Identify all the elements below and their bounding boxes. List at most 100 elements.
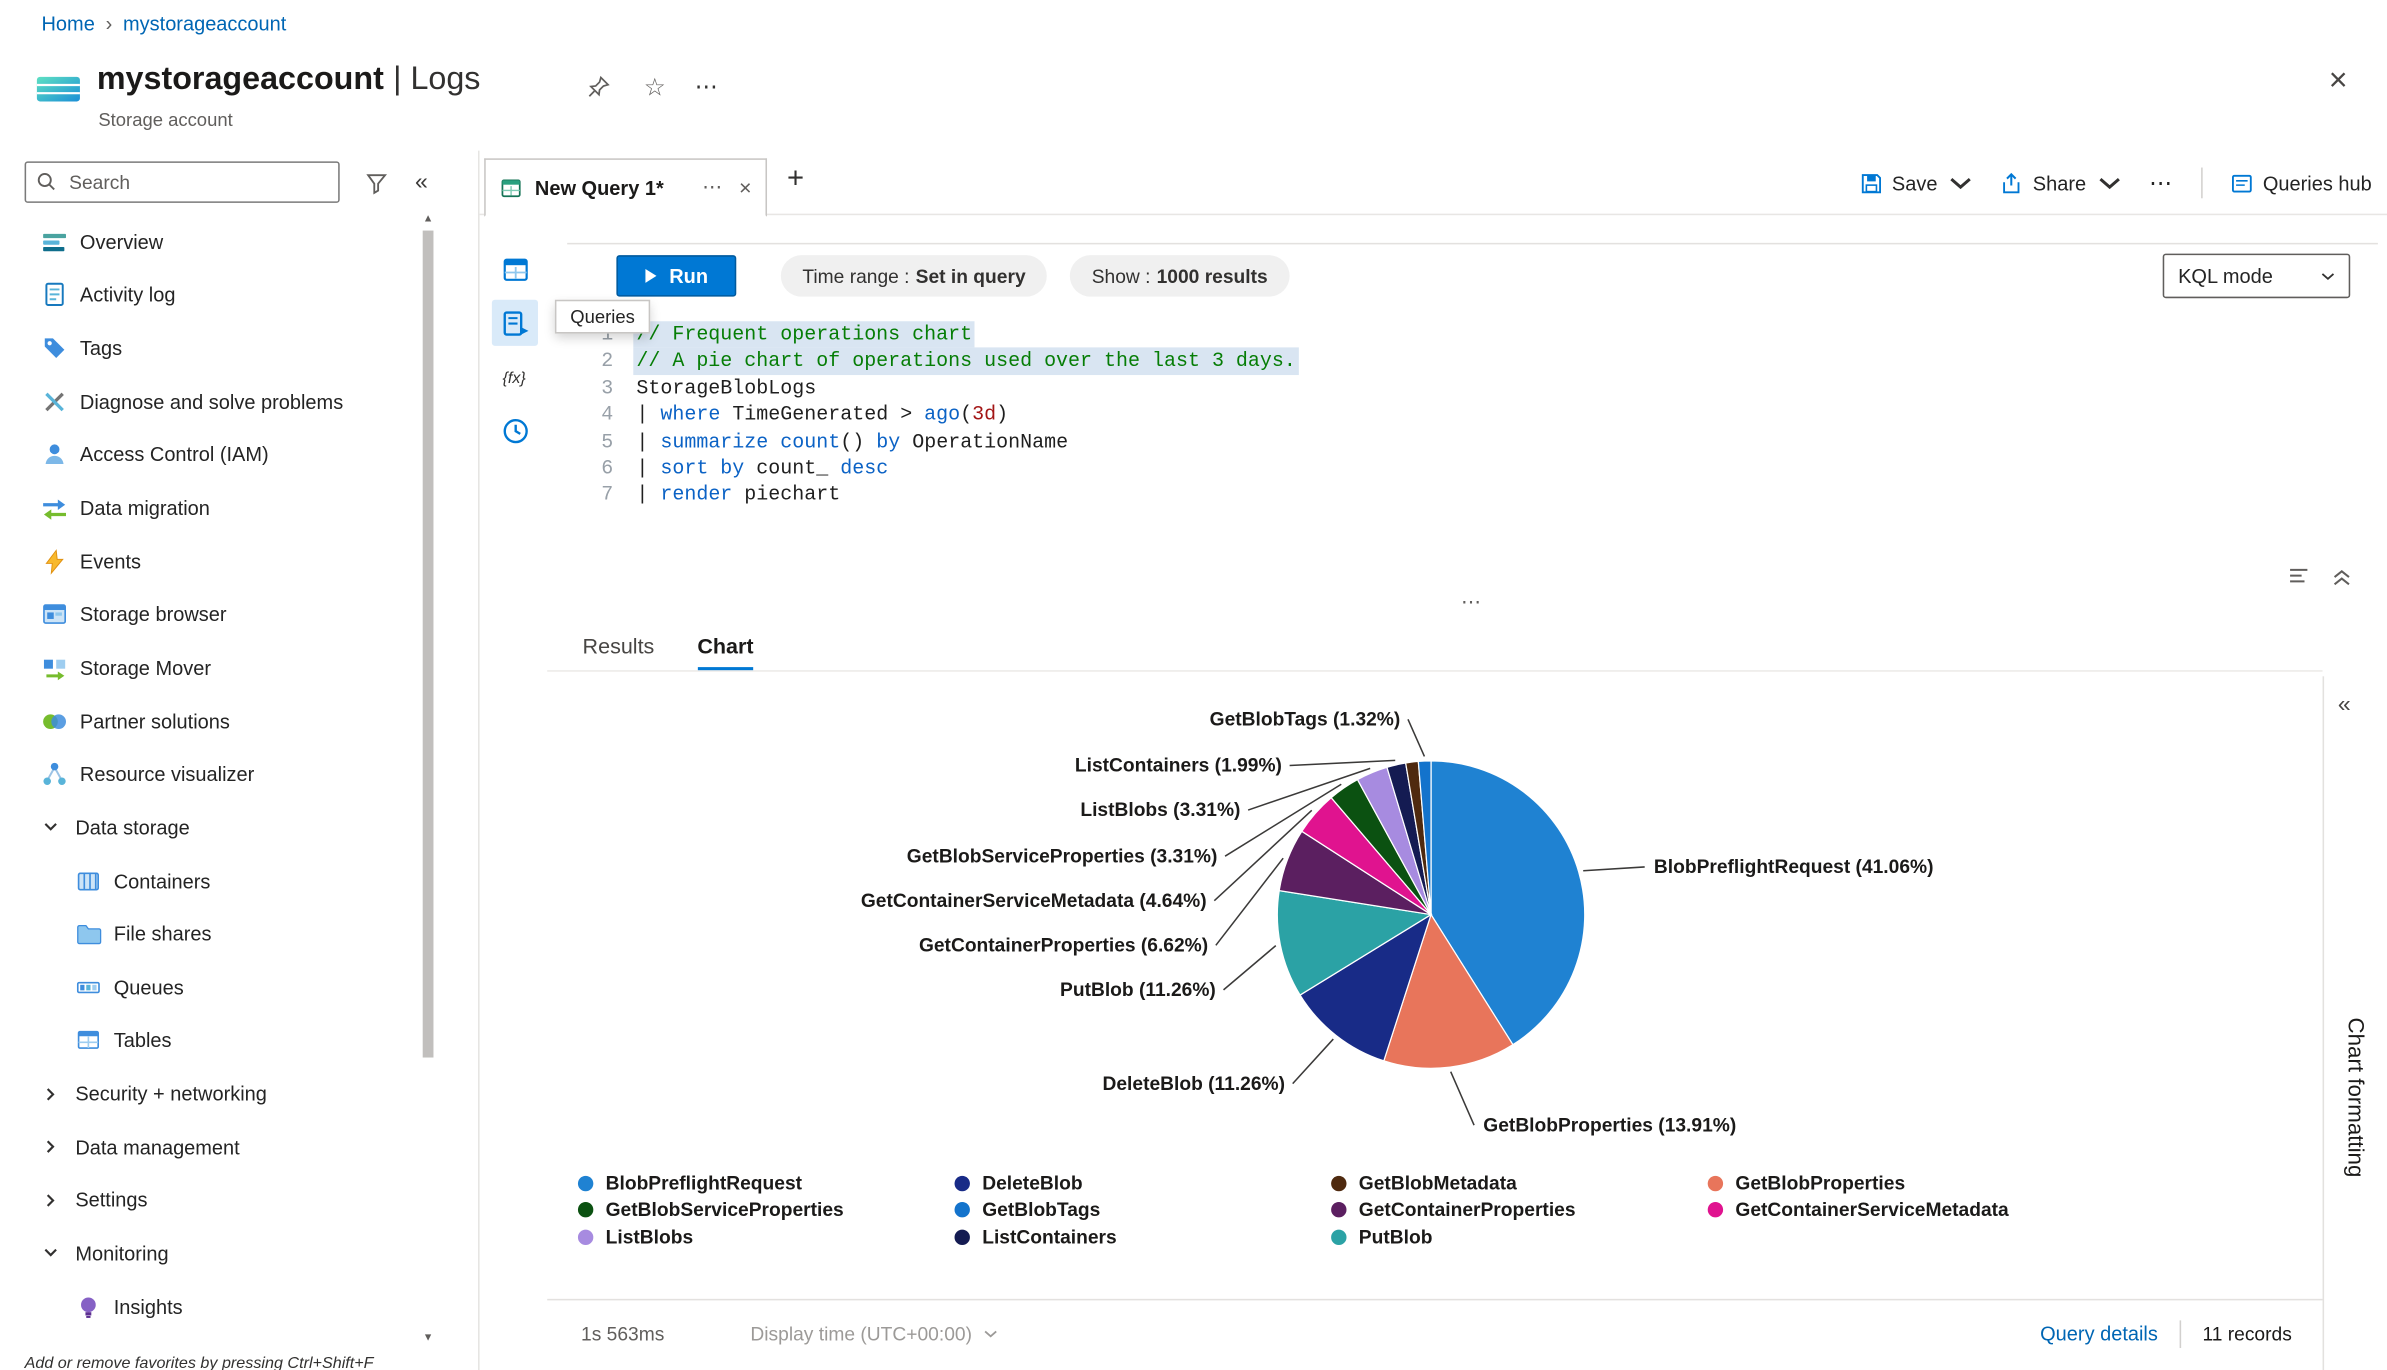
sidebar-item-resource-visualizer[interactable]: Resource visualizer: [0, 748, 418, 801]
svg-text:{fx}: {fx}: [502, 368, 526, 386]
code-token: |: [636, 403, 660, 426]
close-icon: ×: [2329, 63, 2348, 98]
code-token: 3d: [972, 403, 996, 426]
play-icon: [645, 267, 659, 284]
scrollbar-thumb[interactable]: [423, 231, 434, 1058]
tables-pane-button[interactable]: [492, 246, 538, 292]
query-history-button[interactable]: [492, 407, 538, 453]
filter-button[interactable]: [364, 170, 389, 195]
display-time-dropdown[interactable]: Display time (UTC+00:00): [750, 1323, 998, 1345]
pin-button[interactable]: [581, 71, 615, 102]
queries-pane-button[interactable]: [492, 300, 538, 346]
format-query-icon[interactable]: [2287, 564, 2310, 587]
tab-chart[interactable]: Chart: [697, 624, 753, 670]
sidebar-item-storage-mover[interactable]: Storage Mover: [0, 641, 418, 694]
time-range-picker[interactable]: Time range :Set in query: [781, 255, 1047, 297]
functions-icon: {fx}: [500, 362, 529, 391]
pie-label-leader-line: [1408, 719, 1424, 756]
code-token: // A pie chart of operations used over t…: [636, 350, 1296, 373]
sidebar-item-tags[interactable]: Tags: [0, 322, 418, 375]
sidebar-group-data-storage[interactable]: Data storage: [0, 801, 418, 854]
sidebar-search-input[interactable]: [25, 161, 340, 203]
sidebar-item-diagnose-and-solve-problems[interactable]: Diagnose and solve problems: [0, 375, 418, 428]
sidebar-item-queues[interactable]: Queues: [0, 961, 418, 1014]
query-details-link[interactable]: Query details: [2040, 1322, 2158, 1345]
code-token: [768, 430, 780, 453]
favorites-hint: Add or remove favorites by pressing Ctrl…: [25, 1354, 374, 1370]
sidebar-group-settings[interactable]: Settings: [0, 1174, 418, 1227]
query-table-icon: [500, 176, 523, 199]
sidebar-item-file-shares[interactable]: File shares: [0, 907, 418, 960]
sidebar-item-insights[interactable]: Insights: [0, 1280, 418, 1333]
sidebar-item-containers[interactable]: Containers: [0, 854, 418, 907]
sidebar-scrollbar[interactable]: ▲ ▼: [421, 212, 435, 1346]
chevron-right-icon: [42, 1085, 60, 1103]
sidebar-item-tables[interactable]: Tables: [0, 1014, 418, 1067]
legend-label: GetBlobMetadata: [1359, 1172, 1517, 1194]
queries-hub-icon: [2231, 171, 2254, 194]
kql-editor[interactable]: 1// Frequent operations chart2// A pie c…: [567, 321, 2378, 521]
close-blade-button[interactable]: ×: [2329, 63, 2348, 100]
time-range-label: Time range :: [802, 265, 909, 287]
legend-label: GetContainerServiceMetadata: [1735, 1200, 2008, 1222]
expand-formatting-panel-button[interactable]: «: [2338, 692, 2351, 718]
kql-mode-dropdown[interactable]: KQL mode: [2163, 254, 2351, 299]
legend-item-ListBlobs: ListBlobs: [578, 1227, 955, 1249]
tab-results[interactable]: Results: [583, 624, 655, 670]
line-number: 2: [567, 348, 613, 375]
sidebar-item-label: Storage Mover: [80, 656, 211, 679]
command-bar: Save Share ⋯ Queries hub: [1860, 161, 2372, 204]
ellipsis-icon: ⋯: [695, 72, 720, 100]
header-more-button[interactable]: ⋯: [690, 71, 724, 102]
run-query-button[interactable]: Run: [616, 255, 736, 297]
sidebar-item-partner-solutions[interactable]: Partner solutions: [0, 694, 418, 747]
new-tab-button[interactable]: +: [787, 163, 804, 197]
tab-close-icon[interactable]: ×: [739, 175, 752, 200]
scrollbar-up-arrow-icon[interactable]: ▲: [421, 212, 435, 227]
editor-tools: [2287, 564, 2353, 587]
code-token: (: [960, 403, 972, 426]
functions-pane-button[interactable]: {fx}: [492, 354, 538, 400]
save-button[interactable]: Save: [1860, 171, 1973, 194]
divider: [2201, 168, 2203, 199]
breadcrumb-separator-icon: ›: [106, 12, 113, 35]
command-bar-more-button[interactable]: ⋯: [2149, 169, 2174, 197]
sidebar-item-overview[interactable]: Overview: [0, 215, 418, 268]
share-button[interactable]: Share: [2000, 171, 2121, 194]
sidebar-item-label: Containers: [114, 869, 211, 892]
sidebar-group-monitoring[interactable]: Monitoring: [0, 1227, 418, 1280]
breadcrumb-home-link[interactable]: Home: [42, 12, 95, 35]
sidebar-item-access-control-iam[interactable]: Access Control (IAM): [0, 428, 418, 481]
sidebar-item-storage-browser[interactable]: Storage browser: [0, 588, 418, 641]
sidebar-group-security-networking[interactable]: Security + networking: [0, 1067, 418, 1120]
sidebar-item-data-migration[interactable]: Data migration: [0, 481, 418, 534]
kql-mode-label: KQL mode: [2178, 264, 2273, 287]
favorite-star-button[interactable]: ☆: [638, 71, 672, 102]
code-token: |: [636, 457, 660, 480]
pie-label-leader-line: [1293, 1039, 1334, 1084]
pie-label-leader-line: [1451, 1072, 1474, 1125]
legend-dot: [1331, 1203, 1346, 1218]
code-token: OperationName: [900, 430, 1068, 453]
collapse-editor-icon[interactable]: [2330, 564, 2353, 587]
line-number: 5: [567, 428, 613, 455]
pie-slice-label: BlobPreflightRequest (41.06%): [1654, 857, 1934, 878]
tab-more-icon[interactable]: ⋯: [702, 175, 724, 200]
queries-hub-button[interactable]: Queries hub: [2231, 171, 2372, 194]
save-label: Save: [1892, 171, 1938, 194]
breadcrumb-current-link[interactable]: mystorageaccount: [123, 12, 286, 35]
share-label: Share: [2033, 171, 2086, 194]
query-tab[interactable]: New Query 1* ⋯ ×: [484, 158, 767, 216]
pie-label-leader-line: [1583, 867, 1644, 871]
editor-line-3: 3StorageBlobLogs: [567, 375, 2378, 402]
sidebar-item-label: Storage browser: [80, 603, 227, 626]
panel-splitter-handle[interactable]: ⋯: [567, 593, 2378, 611]
sidebar-item-activity-log[interactable]: Activity log: [0, 268, 418, 321]
sidebar-item-label: Access Control (IAM): [80, 443, 269, 466]
sidebar-collapse-button[interactable]: «: [415, 169, 428, 195]
scrollbar-down-arrow-icon[interactable]: ▼: [421, 1331, 435, 1346]
legend-item-GetBlobTags: GetBlobTags: [955, 1200, 1332, 1222]
sidebar-group-data-management[interactable]: Data management: [0, 1120, 418, 1173]
sidebar-item-events[interactable]: Events: [0, 535, 418, 588]
result-limit-picker[interactable]: Show :1000 results: [1070, 255, 1289, 297]
